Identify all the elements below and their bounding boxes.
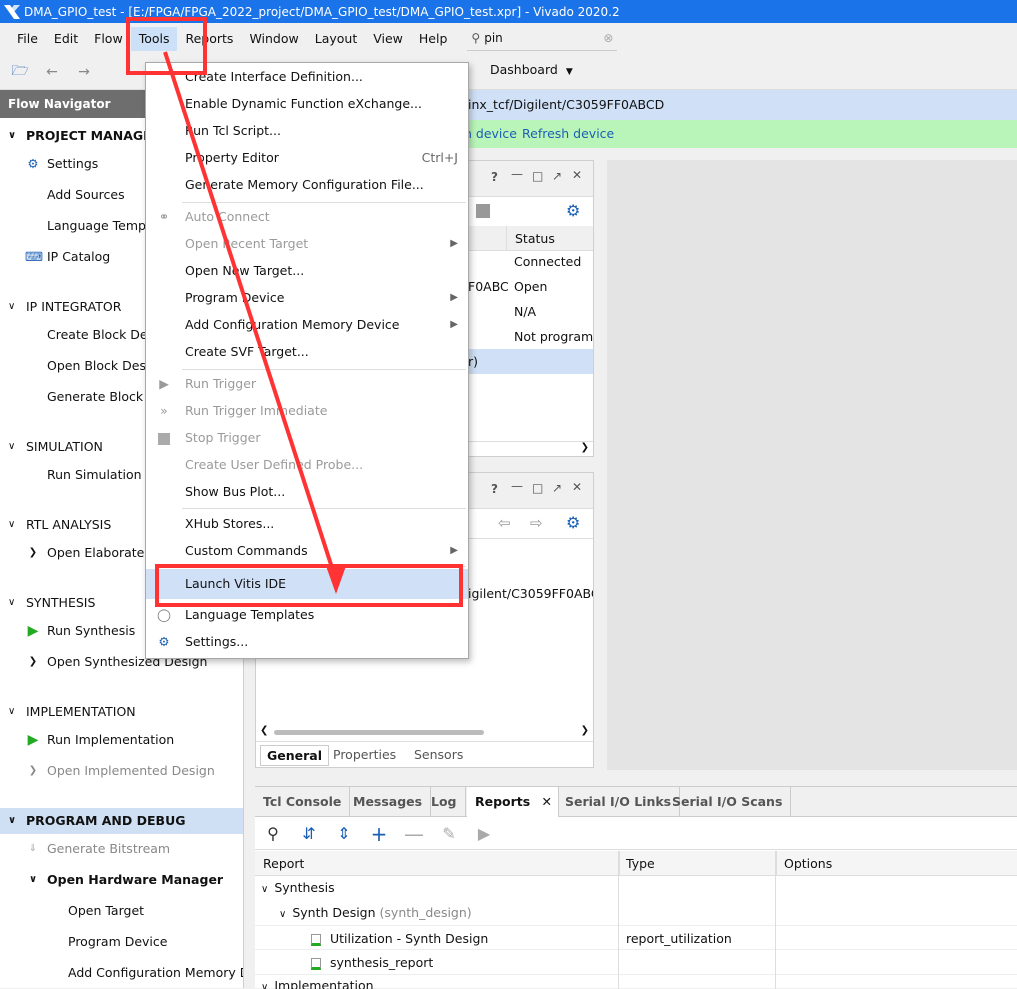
annotation-arrow (163, 51, 346, 594)
